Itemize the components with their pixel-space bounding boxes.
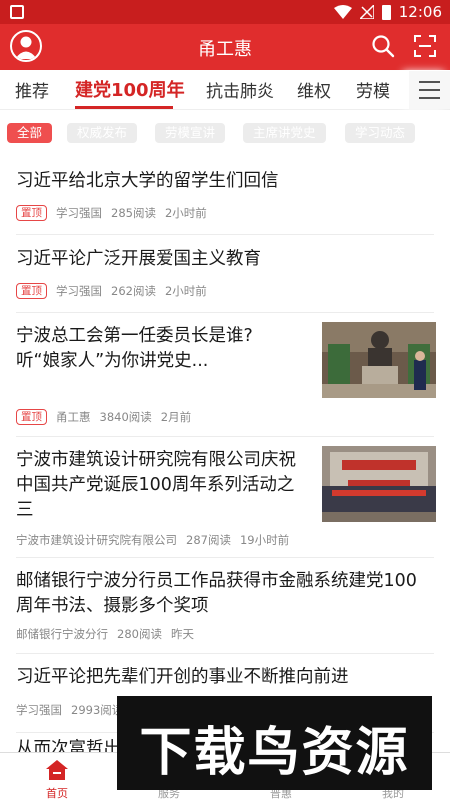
news-meta: 学习强国 2993阅读 bbox=[16, 702, 132, 718]
news-meta: 宁波市建筑设计研究院有限公司 287阅读 19小时前 bbox=[16, 532, 298, 548]
app-bar: 甬工惠 bbox=[0, 24, 450, 70]
home-icon bbox=[46, 760, 68, 780]
news-source: 学习强国 bbox=[56, 284, 102, 298]
chip-official-release[interactable]: 权威发布 bbox=[67, 123, 138, 143]
status-bar: 12:06 bbox=[0, 0, 450, 24]
status-icons: 12:06 bbox=[333, 3, 442, 21]
tab-recommend[interactable]: 推荐 bbox=[15, 77, 49, 102]
wifi-icon bbox=[333, 5, 352, 19]
news-source: 邮储银行宁波分行 bbox=[16, 627, 108, 641]
news-time: 19小时前 bbox=[239, 533, 290, 547]
news-meta: 置顶 甬工惠 3840阅读 2月前 bbox=[16, 409, 200, 425]
news-time: 2小时前 bbox=[164, 284, 207, 298]
group-photo bbox=[322, 446, 436, 522]
tab-model-workers[interactable]: 劳模 bbox=[356, 77, 390, 102]
chip-study-news[interactable]: 学习动态 bbox=[345, 123, 416, 143]
news-meta: 置顶 学习强国 285阅读 2小时前 bbox=[16, 205, 216, 221]
chip-all[interactable]: 全部 bbox=[7, 123, 53, 143]
news-time: 2小时前 bbox=[164, 206, 207, 220]
news-title: 宁波市建筑设计研究院有限公司庆祝 中国共产党诞辰100周年系列活动之 三 bbox=[16, 450, 296, 520]
watermark-text: 下载鸟资源 bbox=[139, 723, 410, 783]
active-tab-indicator bbox=[75, 106, 173, 109]
news-reads: 2993阅读 bbox=[71, 703, 124, 717]
divider bbox=[16, 436, 434, 437]
news-source: 学习强国 bbox=[16, 703, 62, 717]
news-title: 宁波总工会第一任委员长是谁? 听“娘家人”为你讲党史... bbox=[16, 326, 253, 371]
divider bbox=[16, 557, 434, 558]
pinned-badge: 置顶 bbox=[16, 409, 47, 425]
tab-menu-button[interactable] bbox=[409, 71, 450, 109]
news-reads: 262阅读 bbox=[111, 284, 156, 298]
status-time: 12:06 bbox=[398, 3, 442, 21]
filter-chips: 全部 权威发布 劳模宣讲 主席讲党史 学习动态 bbox=[0, 110, 450, 156]
tab-party-centenary[interactable]: 建党100周年 bbox=[75, 76, 185, 102]
news-meta: 邮储银行宁波分行 280阅读 昨天 bbox=[16, 626, 203, 642]
news-source: 甬工惠 bbox=[56, 410, 91, 424]
news-time: 昨天 bbox=[170, 627, 194, 641]
scan-icon[interactable] bbox=[413, 34, 437, 58]
news-title: 习近平论把先辈们开创的事业不断推向前进 bbox=[16, 667, 349, 687]
signal-icon bbox=[359, 5, 374, 19]
nav-home[interactable]: 首页 bbox=[12, 753, 102, 800]
pinned-badge: 置顶 bbox=[16, 283, 47, 299]
chip-chairman-history[interactable]: 主席讲党史 bbox=[243, 123, 326, 143]
news-title: 邮储银行宁波分行员工作品获得市金融系统建党100 周年书法、摄影多个奖项 bbox=[16, 571, 417, 616]
divider bbox=[16, 234, 434, 235]
news-reads: 287阅读 bbox=[186, 533, 231, 547]
menu-icon bbox=[419, 81, 440, 83]
news-reads: 3840阅读 bbox=[99, 410, 152, 424]
statue-photo bbox=[322, 322, 436, 398]
news-title: 习近平论广泛开展爱国主义教育 bbox=[16, 249, 261, 269]
news-title: 习近平给北京大学的留学生们回信 bbox=[16, 171, 279, 191]
pinned-badge: 置顶 bbox=[16, 205, 47, 221]
category-tabs: 推荐 建党100周年 抗击肺炎 维权 劳模 bbox=[0, 70, 450, 110]
tab-rights[interactable]: 维权 bbox=[297, 77, 331, 102]
news-thumbnail bbox=[322, 446, 436, 522]
divider bbox=[16, 312, 434, 313]
news-time: 2月前 bbox=[160, 410, 192, 424]
news-meta: 置顶 学习强国 262阅读 2小时前 bbox=[16, 283, 216, 299]
divider bbox=[16, 653, 434, 654]
chip-model-lecture[interactable]: 劳模宣讲 bbox=[155, 123, 226, 143]
news-thumbnail bbox=[322, 322, 436, 398]
news-source: 宁波市建筑设计研究院有限公司 bbox=[16, 533, 177, 547]
news-reads: 285阅读 bbox=[111, 206, 156, 220]
battery-icon bbox=[381, 4, 391, 20]
watermark-banner: 下载鸟资源 bbox=[117, 696, 432, 790]
news-source: 学习强国 bbox=[56, 206, 102, 220]
tab-anti-pneumonia[interactable]: 抗击肺炎 bbox=[206, 77, 274, 102]
search-icon[interactable] bbox=[371, 34, 395, 58]
news-reads: 280阅读 bbox=[117, 627, 162, 641]
image-notification-icon bbox=[10, 5, 24, 19]
